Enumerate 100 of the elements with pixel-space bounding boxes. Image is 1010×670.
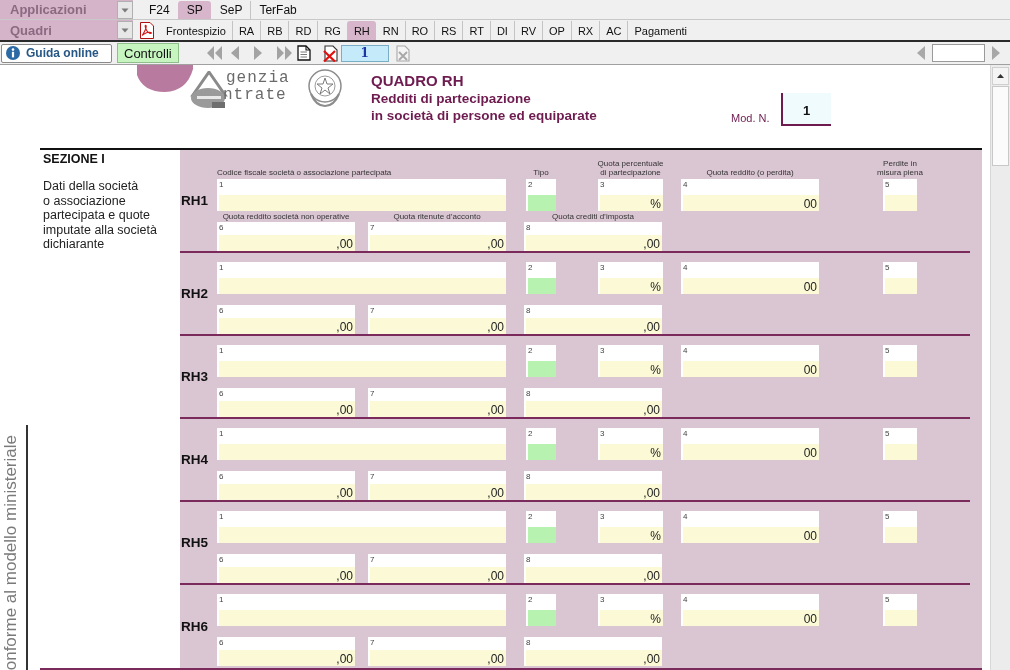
input-field[interactable] — [885, 444, 917, 460]
model-label: Mod. N. — [731, 112, 770, 124]
input-field[interactable]: 00 — [683, 361, 819, 377]
field-number: 6 — [219, 305, 224, 315]
tab[interactable]: F24 — [140, 1, 178, 19]
controls-button[interactable]: Controlli — [117, 43, 179, 63]
page-number-field[interactable]: 1 — [340, 44, 389, 62]
input-field[interactable] — [885, 195, 917, 211]
tab[interactable]: RD — [288, 21, 318, 40]
input-field[interactable]: % — [600, 278, 663, 294]
scroll-thumb[interactable] — [992, 86, 1009, 166]
left-arrow-icon[interactable] — [915, 45, 926, 61]
input-field[interactable] — [885, 361, 917, 377]
input-field[interactable]: % — [600, 195, 663, 211]
field-label: Quota reddito società non operative — [222, 212, 350, 221]
input-field[interactable]: ,00 — [370, 401, 506, 417]
input-field[interactable] — [219, 527, 506, 543]
right-arrow-icon[interactable] — [990, 45, 1001, 61]
tab[interactable]: RG — [317, 21, 347, 40]
input-field[interactable]: ,00 — [219, 650, 355, 666]
input-field[interactable] — [528, 278, 556, 294]
tab[interactable]: RX — [570, 21, 600, 40]
input-field[interactable]: ,00 — [526, 650, 662, 666]
input-field[interactable]: % — [600, 444, 663, 460]
tab[interactable]: AC — [599, 21, 628, 40]
input-field[interactable]: ,00 — [219, 567, 355, 583]
input-field[interactable]: 00 — [683, 195, 819, 211]
input-field[interactable]: ,00 — [219, 401, 355, 417]
input-field[interactable] — [219, 610, 506, 626]
input-field[interactable]: 00 — [683, 444, 819, 460]
double-left-arrow-icon[interactable] — [205, 45, 223, 61]
input-field[interactable] — [931, 44, 985, 62]
left-arrow-icon[interactable] — [229, 45, 240, 61]
pdf-file-icon[interactable] — [139, 21, 155, 39]
input-field[interactable]: 00 — [683, 610, 819, 626]
page-remove-icon[interactable] — [394, 44, 411, 62]
field-number: 5 — [885, 179, 890, 189]
input-field[interactable]: ,00 — [219, 484, 355, 500]
tab[interactable]: RN — [375, 21, 405, 40]
tab[interactable]: RO — [404, 21, 435, 40]
input-field[interactable]: 00 — [683, 278, 819, 294]
tab[interactable]: DI — [489, 21, 514, 40]
input-field[interactable]: ,00 — [526, 567, 662, 583]
tab[interactable]: RV — [513, 21, 542, 40]
field-number: 1 — [219, 428, 224, 438]
input-field[interactable]: % — [600, 527, 663, 543]
input-field[interactable] — [528, 610, 556, 626]
input-field[interactable] — [885, 610, 917, 626]
field-number: 7 — [370, 471, 375, 481]
logo-text: genzia — [225, 70, 291, 87]
input-field[interactable] — [885, 527, 917, 543]
page-icon[interactable] — [296, 45, 311, 61]
input-field[interactable] — [528, 361, 556, 377]
input-field[interactable] — [528, 195, 556, 211]
caret-icon[interactable] — [117, 21, 133, 39]
page-delete-icon[interactable] — [322, 44, 339, 62]
input-field[interactable] — [219, 278, 506, 294]
input-field[interactable]: ,00 — [370, 318, 506, 334]
input-field[interactable] — [219, 444, 506, 460]
form-title: QUADRO RH — [371, 72, 465, 90]
tab[interactable]: TerFab — [250, 1, 305, 19]
input-field[interactable]: ,00 — [526, 318, 662, 334]
tab[interactable]: RT — [462, 21, 490, 40]
input-field[interactable] — [528, 444, 556, 460]
input-field[interactable]: ,00 — [219, 235, 355, 251]
field-number: 1 — [219, 511, 224, 521]
field-number: 8 — [526, 388, 531, 398]
tab[interactable]: Frontespizio — [159, 21, 232, 40]
input-field[interactable]: ,00 — [526, 235, 662, 251]
emblem-icon — [306, 66, 344, 108]
input-field[interactable]: % — [600, 610, 663, 626]
tab[interactable]: OP — [542, 21, 571, 40]
input-field[interactable]: ,00 — [526, 401, 662, 417]
scroll-up-button[interactable] — [992, 67, 1009, 85]
input-field[interactable]: ,00 — [526, 484, 662, 500]
input-field[interactable]: ,00 — [370, 567, 506, 583]
input-field[interactable]: 00 — [683, 527, 819, 543]
input-field[interactable]: % — [600, 361, 663, 377]
tab[interactable]: RH — [346, 21, 376, 40]
tab[interactable]: SP — [177, 1, 211, 19]
field-number: 8 — [526, 471, 531, 481]
tab[interactable]: SeP — [210, 1, 251, 19]
tab[interactable]: RB — [260, 21, 289, 40]
input-field[interactable] — [885, 278, 917, 294]
input-field[interactable]: ,00 — [219, 318, 355, 334]
field-number: 7 — [370, 222, 375, 232]
tab[interactable]: RA — [231, 21, 261, 40]
input-field[interactable] — [219, 195, 506, 211]
caret-icon[interactable] — [117, 0, 133, 19]
input-field[interactable] — [528, 527, 556, 543]
right-arrow-icon[interactable] — [252, 45, 263, 61]
model-number-field[interactable]: 1 — [780, 93, 831, 126]
input-field[interactable]: ,00 — [370, 484, 506, 500]
field-number: 3 — [600, 594, 605, 604]
input-field[interactable]: ,00 — [370, 650, 506, 666]
help-button[interactable]: Guida online — [1, 43, 112, 63]
tab[interactable]: RS — [434, 21, 463, 40]
input-field[interactable] — [219, 361, 506, 377]
input-field[interactable]: ,00 — [370, 235, 506, 251]
tab[interactable]: Pagamenti — [627, 21, 694, 40]
